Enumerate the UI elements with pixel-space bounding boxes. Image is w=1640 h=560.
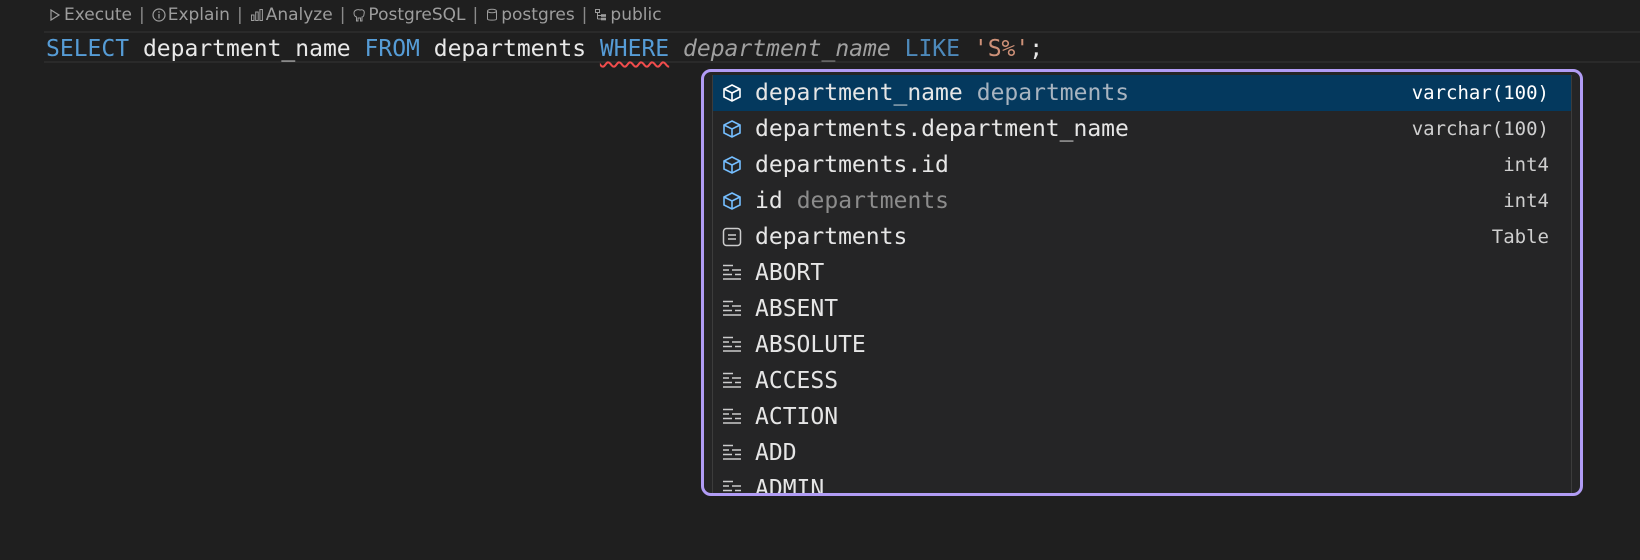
suggest-list[interactable]: department_name departments varchar(100)… bbox=[712, 75, 1572, 493]
suggestion-item[interactable]: departments.department_name varchar(100) bbox=[713, 111, 1571, 147]
suggestion-label: ABSOLUTE bbox=[755, 332, 866, 358]
codelens-separator: | bbox=[472, 5, 479, 25]
codelens-postgresql-label: PostgreSQL bbox=[368, 5, 466, 25]
codelens-database-label: postgres bbox=[501, 5, 575, 25]
suggestion-label: department_name bbox=[755, 80, 963, 106]
codelens-analyze-label: Analyze bbox=[265, 5, 333, 25]
suggestion-label: departments.id bbox=[755, 152, 949, 178]
string-literal: 'S%' bbox=[973, 36, 1030, 62]
field-icon bbox=[719, 152, 745, 178]
suggestion-item[interactable]: department_name departments varchar(100) bbox=[713, 75, 1571, 111]
codelens-separator: | bbox=[138, 5, 145, 25]
suggestion-label: id bbox=[755, 188, 783, 214]
suggestion-item[interactable]: ABSENT bbox=[713, 291, 1571, 327]
suggestion-item[interactable]: ADD bbox=[713, 435, 1571, 471]
database-icon bbox=[487, 8, 498, 21]
codelens-separator: | bbox=[339, 5, 346, 25]
suggestion-label: ADMIN bbox=[755, 476, 825, 493]
play-icon bbox=[50, 8, 61, 22]
field-icon bbox=[719, 80, 745, 106]
suggestion-detail: Table bbox=[1491, 226, 1549, 248]
suggestion-label: departments bbox=[755, 224, 908, 250]
suggestion-detail: int4 bbox=[1503, 154, 1549, 176]
codelens-explain[interactable]: Explain bbox=[152, 5, 230, 25]
codelens-database[interactable]: postgres bbox=[485, 5, 575, 25]
keyword-from: FROM bbox=[364, 36, 420, 62]
keyword-icon bbox=[719, 296, 745, 322]
keyword-icon bbox=[719, 332, 745, 358]
suggestion-item[interactable]: departments.id int4 bbox=[713, 147, 1571, 183]
table-icon bbox=[719, 224, 745, 250]
table-name: departments bbox=[419, 36, 600, 62]
suggestion-detail: varchar(100) bbox=[1411, 82, 1549, 104]
suggestion-item[interactable]: ACCESS bbox=[713, 363, 1571, 399]
suggestion-item[interactable]: ABSOLUTE bbox=[713, 327, 1571, 363]
codelens-execute[interactable]: Execute bbox=[48, 5, 132, 25]
suggestion-label: ADD bbox=[755, 440, 797, 466]
ghost-text-completion: department_name bbox=[683, 36, 891, 62]
sql-code[interactable]: SELECT department_name FROM departments … bbox=[46, 35, 1043, 63]
suggestion-detail: int4 bbox=[1503, 190, 1549, 212]
keyword-like: LIKE bbox=[904, 36, 960, 62]
codelens-separator: | bbox=[236, 5, 243, 25]
codelens-postgresql[interactable]: PostgreSQL bbox=[352, 5, 466, 25]
codelens-explain-label: Explain bbox=[167, 5, 230, 25]
bar-chart-icon bbox=[250, 9, 263, 21]
suggest-widget: department_name departments varchar(100)… bbox=[701, 69, 1583, 496]
keyword-select: SELECT bbox=[46, 36, 130, 62]
schema-icon bbox=[595, 9, 607, 21]
codelens-analyze[interactable]: Analyze bbox=[250, 5, 333, 25]
keyword-icon bbox=[719, 368, 745, 394]
suggestion-label: ABSENT bbox=[755, 296, 839, 322]
keyword-icon bbox=[719, 260, 745, 286]
codelens-separator: | bbox=[581, 5, 588, 25]
suggestion-item[interactable]: ACTION bbox=[713, 399, 1571, 435]
suggestion-label: ACTION bbox=[755, 404, 839, 430]
suggestion-item[interactable]: ADMIN bbox=[713, 471, 1571, 493]
suggestion-qualifier: departments bbox=[796, 188, 950, 214]
codelens-schema[interactable]: public bbox=[594, 5, 662, 25]
suggestion-label: departments.department_name bbox=[755, 116, 1129, 142]
codelens-schema-label: public bbox=[610, 5, 662, 25]
suggestion-label: ACCESS bbox=[755, 368, 839, 394]
codelens-bar: Execute | Explain | Analyze | PostgreSQL… bbox=[48, 3, 662, 27]
field-icon bbox=[719, 116, 745, 142]
suggestion-item[interactable]: ABORT bbox=[713, 255, 1571, 291]
suggestion-label: ABORT bbox=[755, 260, 825, 286]
semicolon: ; bbox=[1029, 36, 1044, 62]
keyword-icon bbox=[719, 440, 745, 466]
field-icon bbox=[719, 188, 745, 214]
keyword-icon bbox=[719, 404, 745, 430]
suggestion-item[interactable]: id departments int4 bbox=[713, 183, 1571, 219]
suggestion-detail: varchar(100) bbox=[1411, 118, 1549, 140]
keyword-where: WHERE bbox=[599, 36, 670, 62]
keyword-icon bbox=[719, 476, 745, 493]
editor-current-line[interactable]: SELECT department_name FROM departments … bbox=[44, 31, 1640, 63]
suggestion-item[interactable]: departments Table bbox=[713, 219, 1571, 255]
info-icon bbox=[152, 8, 166, 22]
elephant-icon bbox=[353, 9, 366, 22]
suggestion-qualifier: departments bbox=[976, 80, 1130, 106]
column-name: department_name bbox=[129, 36, 365, 62]
codelens-execute-label: Execute bbox=[64, 5, 132, 25]
